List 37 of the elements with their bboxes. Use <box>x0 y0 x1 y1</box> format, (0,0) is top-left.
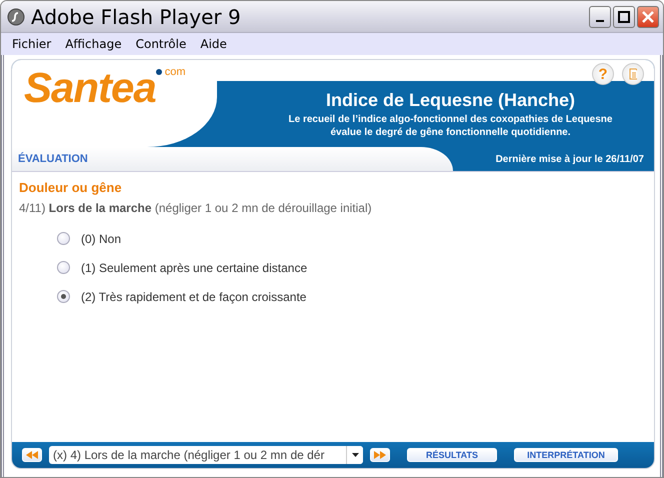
menu-item[interactable]: Aide <box>193 37 234 51</box>
close-button[interactable] <box>637 6 659 28</box>
option-label: (1) Seulement après une certaine distance <box>81 260 308 274</box>
radio-button[interactable] <box>57 261 70 274</box>
option-label: (2) Très rapidement et de façon croissante <box>81 290 306 304</box>
menu-item[interactable]: Affichage <box>58 37 129 51</box>
question-text: 4/11) Lors de la marche (négliger 1 ou 2 mn de dérouillage initial) <box>19 201 373 215</box>
minimize-icon <box>596 20 604 22</box>
menu-item[interactable]: Contrôle <box>128 37 194 51</box>
document-icon <box>629 68 637 80</box>
flash-icon <box>7 8 25 26</box>
radio-button[interactable] <box>57 290 70 303</box>
section-title: Douleur ou gêne <box>19 180 123 195</box>
minimize-button[interactable] <box>589 6 611 28</box>
question-dropdown[interactable]: (x) 4) Lors de la marche (négliger 1 ou 2 mn de dér <box>49 446 363 464</box>
rewind-icon <box>26 451 38 459</box>
fast-forward-icon <box>374 451 386 459</box>
dropdown-arrow-icon <box>352 453 358 457</box>
document-button[interactable] <box>622 63 644 85</box>
next-button[interactable] <box>370 448 390 462</box>
logo-dot-icon <box>156 69 162 75</box>
logo-text: Santea <box>24 64 156 112</box>
page-title: Indice de Lequesne (Hanche) <box>326 90 576 110</box>
close-icon <box>642 10 654 22</box>
radio-button[interactable] <box>57 232 70 245</box>
footer-button[interactable]: RÉSULTATS <box>407 448 497 462</box>
update-date: Dernière mise à jour le 26/11/07 <box>494 152 645 166</box>
footer-button[interactable]: INTERPRÉTATION <box>514 448 618 462</box>
window-title: Adobe Flash Player 9 <box>31 4 242 28</box>
logo-suffix: com <box>164 66 186 78</box>
maximize-icon <box>618 10 630 22</box>
menu-item[interactable]: Fichier <box>5 37 58 51</box>
section-label: ÉVALUATION <box>12 147 453 171</box>
option-label: (0) Non <box>81 232 122 246</box>
maximize-button[interactable] <box>613 6 635 28</box>
page-subtitle: Le recueil de l’indice algo-fonctionnel des coxopathies de Lequesne évalue le degré de gêne fonctionnelle quotidienne. <box>288 112 614 138</box>
previous-button[interactable] <box>22 448 42 462</box>
